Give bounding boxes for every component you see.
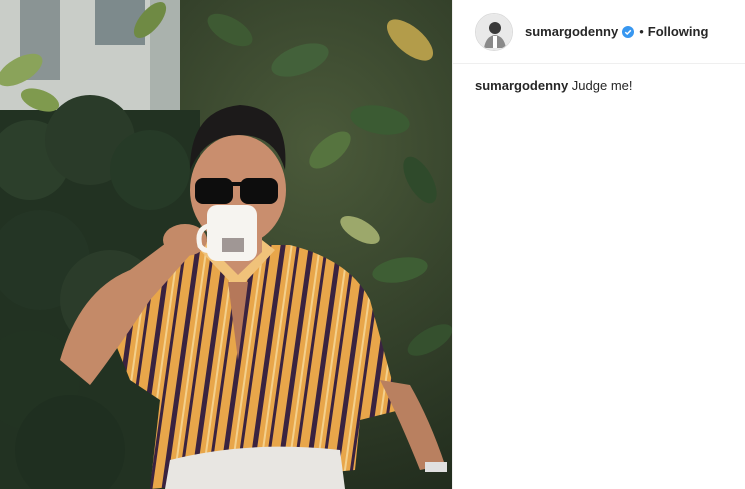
- header-username[interactable]: sumargodenny: [525, 24, 618, 39]
- avatar[interactable]: [475, 12, 513, 51]
- caption-text: Judge me!: [568, 78, 633, 93]
- verified-badge-icon: [622, 25, 635, 38]
- post-sidebar: sumargodenny • Following sumargodenny Ju…: [452, 0, 745, 489]
- post-header: sumargodenny • Following: [453, 0, 745, 64]
- following-button[interactable]: Following: [648, 24, 709, 39]
- avatar-image: [476, 13, 512, 50]
- post-photo[interactable]: [0, 0, 452, 489]
- post-caption: sumargodenny Judge me!: [453, 64, 745, 93]
- instagram-post: sumargodenny • Following sumargodenny Ju…: [0, 0, 745, 489]
- post-photo-image: [0, 0, 452, 489]
- header-separator: •: [639, 24, 644, 39]
- caption-username[interactable]: sumargodenny: [475, 78, 568, 93]
